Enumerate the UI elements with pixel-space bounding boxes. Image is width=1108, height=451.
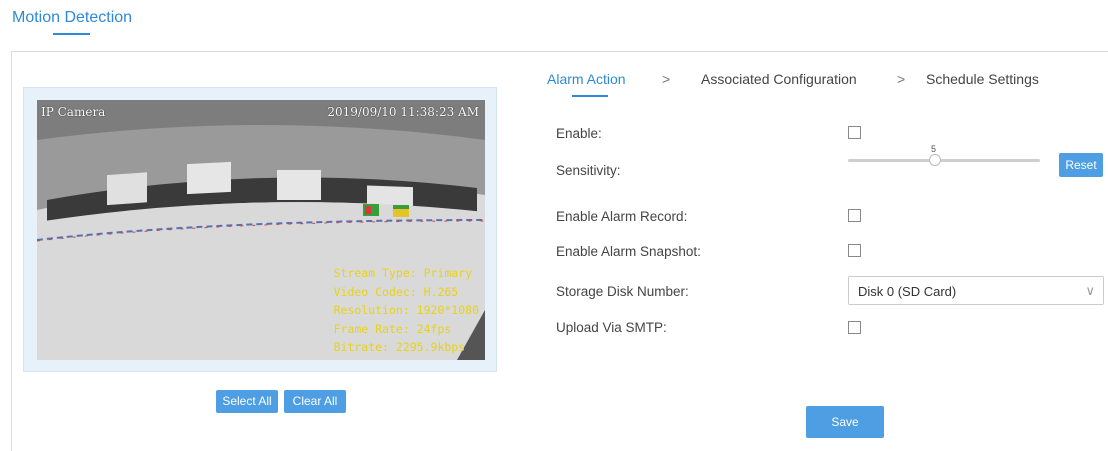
- active-step-indicator: [572, 95, 608, 97]
- alarm-record-label: Enable Alarm Record:: [556, 209, 688, 224]
- tab-alarm-action[interactable]: Alarm Action: [547, 71, 626, 87]
- tab-schedule-settings[interactable]: Schedule Settings: [926, 71, 1039, 87]
- active-tab-indicator: [53, 33, 90, 35]
- alarm-snapshot-label: Enable Alarm Snapshot:: [556, 244, 701, 259]
- sensitivity-value: 5: [931, 144, 937, 154]
- osd-frame-rate: Frame Rate: 24fps: [333, 321, 452, 336]
- enable-label: Enable:: [556, 126, 602, 141]
- osd-stream-info: Stream Type: Primary Video Codec: H.265 …: [334, 264, 479, 357]
- step-separator-2: >: [897, 71, 906, 87]
- save-button[interactable]: Save: [806, 406, 884, 438]
- select-all-button[interactable]: Select All: [216, 390, 278, 413]
- enable-checkbox[interactable]: [848, 126, 861, 139]
- tab-associated-configuration[interactable]: Associated Configuration: [701, 71, 857, 87]
- alarm-snapshot-checkbox[interactable]: [848, 244, 861, 257]
- osd-bitrate: Bitrate: 2295.9kbps: [333, 340, 466, 354]
- smtp-label: Upload Via SMTP:: [556, 320, 667, 335]
- storage-disk-label: Storage Disk Number:: [556, 284, 689, 299]
- step-separator-1: >: [662, 71, 671, 87]
- tab-motion-detection[interactable]: Motion Detection: [12, 9, 132, 27]
- storage-disk-value: Disk 0 (SD Card): [858, 284, 957, 299]
- live-video-preview[interactable]: IP Camera 2019/09/10 11:38:23 AM Stream …: [37, 100, 485, 360]
- chevron-down-icon: ∨: [1085, 283, 1095, 298]
- reset-button[interactable]: Reset: [1059, 153, 1103, 177]
- smtp-checkbox[interactable]: [848, 321, 861, 334]
- video-preview-frame: IP Camera 2019/09/10 11:38:23 AM Stream …: [23, 87, 497, 372]
- sensitivity-slider-handle[interactable]: [929, 154, 941, 166]
- osd-camera-name: IP Camera: [41, 105, 106, 119]
- osd-timestamp: 2019/09/10 11:38:23 AM: [327, 105, 479, 119]
- osd-resolution: Resolution: 1920*1080: [333, 303, 479, 317]
- clear-all-button[interactable]: Clear All: [284, 390, 346, 413]
- storage-disk-select[interactable]: Disk 0 (SD Card) ∨: [848, 276, 1104, 305]
- alarm-record-checkbox[interactable]: [848, 209, 861, 222]
- sensitivity-slider[interactable]: [848, 159, 1040, 162]
- osd-video-codec: Video Codec: H.265: [333, 284, 459, 299]
- sensitivity-label: Sensitivity:: [556, 163, 621, 178]
- osd-stream-type: Stream Type: Primary: [333, 266, 473, 280]
